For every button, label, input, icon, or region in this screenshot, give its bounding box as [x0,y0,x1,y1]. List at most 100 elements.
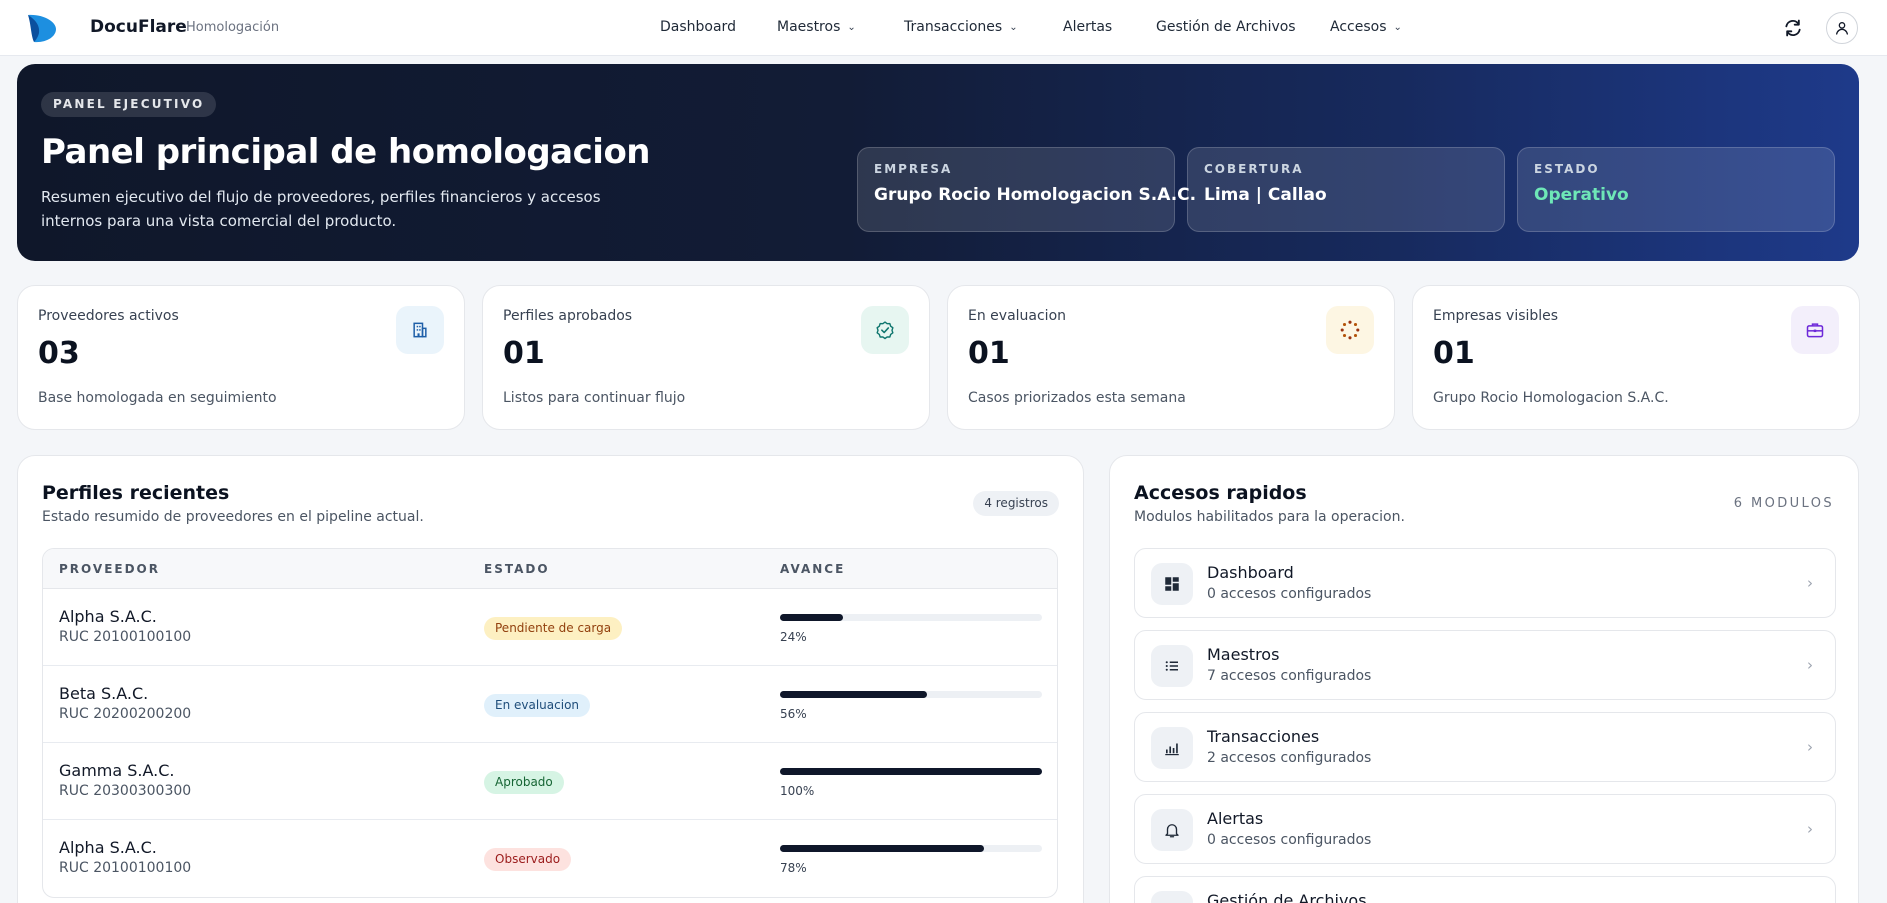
provider-name: Beta S.A.C. [59,684,149,703]
loading-icon [1326,306,1374,354]
nav-item-gestion-archivos[interactable]: Gestión de Archivos [1156,19,1296,35]
progress-label: 24% [780,630,807,644]
stat-card-perfiles-aprobados: Perfiles aprobados 01 Listos para contin… [482,285,930,430]
nav-item-maestros[interactable]: Maestros ⌄ [777,19,856,35]
progress-bar [780,845,1042,852]
hero-description: Resumen ejecutivo del flujo de proveedor… [41,188,601,230]
info-card-label: EMPRESA [874,162,953,176]
stat-card-proveedores-activos: Proveedores activos 03 Base homologada e… [17,285,465,430]
stat-value: 03 [38,336,80,371]
table-header: PROVEEDOR ESTADO AVANCE [43,549,1057,589]
stat-label: Empresas visibles [1433,308,1559,324]
provider-name: Alpha S.A.C. [59,607,157,626]
status-badge: En evaluacion [484,694,591,717]
stat-note: Base homologada en seguimiento [38,390,277,406]
stat-note: Casos priorizados esta semana [968,390,1186,406]
panel-subtitle: Estado resumido de proveedores en el pip… [42,509,424,525]
quick-access-title: Dashboard [1207,563,1294,582]
column-header-proveedor[interactable]: PROVEEDOR [59,562,160,576]
progress-bar [780,691,1042,698]
profiles-table: PROVEEDOR ESTADO AVANCE Alpha S.A.C. RUC… [42,548,1058,898]
progress-label: 100% [780,784,815,798]
status-badge: Aprobado [484,771,564,794]
user-menu-button[interactable] [1826,12,1858,44]
nav-item-alertas[interactable]: Alertas [1063,19,1112,35]
stat-value: 01 [1433,336,1475,371]
quick-access-dashboard[interactable]: Dashboard 0 accesos configurados › [1134,548,1836,618]
recent-profiles-panel: Perfiles recientes Estado resumido de pr… [17,455,1084,903]
quick-access-maestros[interactable]: Maestros 7 accesos configurados › [1134,630,1836,700]
progress-label: 56% [780,707,807,721]
table-row[interactable]: Gamma S.A.C. RUC 20300300300 Aprobado 10… [43,743,1057,820]
folder-icon [1151,891,1193,903]
stat-label: Proveedores activos [38,308,179,324]
chevron-right-icon: › [1807,656,1813,674]
info-card-label: ESTADO [1534,162,1600,176]
quick-access-subtitle: 0 accesos configurados [1207,586,1372,602]
sync-icon [1785,19,1801,37]
user-icon [1836,22,1848,35]
stat-card-en-evaluacion: En evaluacion 01 Casos priorizados esta … [947,285,1395,430]
nav-item-label: Gestión de Archivos [1156,19,1296,35]
nav-item-label: Alertas [1063,19,1113,35]
table-row[interactable]: Beta S.A.C. RUC 20200200200 En evaluacio… [43,666,1057,743]
progress-fill [780,845,985,852]
stat-label: Perfiles aprobados [503,308,633,324]
chevron-down-icon: ⌄ [847,22,856,33]
progress-fill [780,691,927,698]
stat-label: En evaluacion [968,308,1067,324]
quick-access-panel: Accesos rapidos Modulos habilitados para… [1109,455,1859,903]
quick-access-transacciones[interactable]: Transacciones 2 accesos configurados › [1134,712,1836,782]
nav-item-transacciones[interactable]: Transacciones ⌄ [904,19,1018,35]
stat-note: Grupo Rocio Homologacion S.A.C. [1433,390,1669,406]
hero-badge: PANEL EJECUTIVO [41,92,217,117]
quick-access-alertas[interactable]: Alertas 0 accesos configurados › [1134,794,1836,864]
progress-fill [780,614,843,621]
page-title: Panel principal de homologacion [41,132,651,172]
table-row[interactable]: Alpha S.A.C. RUC 20100100100 Observado 7… [43,820,1057,897]
building-icon [396,306,444,354]
nav-item-accesos[interactable]: Accesos ⌄ [1330,19,1402,35]
quick-access-subtitle: 0 accesos configurados [1207,832,1372,848]
progress-bar [780,614,1042,621]
progress-fill [780,768,1042,775]
info-card-value: Lima | Callao [1204,185,1327,205]
status-badge: Pendiente de carga [484,617,623,640]
status-value: Operativo [1534,185,1629,205]
panel-subtitle: Modulos habilitados para la operacion. [1134,509,1405,525]
provider-name: Gamma S.A.C. [59,761,175,780]
nav-item-label: Dashboard [660,19,736,35]
nav-item-dashboard[interactable]: Dashboard [660,19,736,35]
progress-bar [780,768,1042,775]
provider-ruc: RUC 20200200200 [59,706,192,722]
sync-button[interactable] [1777,12,1809,44]
quick-access-title: Maestros [1207,645,1280,664]
stat-value: 01 [968,336,1010,371]
chevron-right-icon: › [1807,820,1813,838]
provider-ruc: RUC 20100100100 [59,629,192,645]
info-card-value: Grupo Rocio Homologacion S.A.C. [874,185,1197,205]
column-header-estado[interactable]: ESTADO [484,562,550,576]
table-row[interactable]: Alpha S.A.C. RUC 20100100100 Pendiente d… [43,589,1057,666]
nav-item-label: Accesos [1330,19,1387,35]
quick-access-title: Transacciones [1207,727,1320,746]
stat-value: 01 [503,336,545,371]
panel-title: Accesos rapidos [1134,482,1307,504]
main-nav: Dashboard Maestros ⌄ Transacciones ⌄ Alert… [0,0,1887,56]
nav-item-label: Transacciones [904,19,1003,35]
top-navbar: DocuFlare Homologación Dashboard Maestro… [0,0,1887,56]
quick-access-gestion-archivos[interactable]: Gestión de Archivos › [1134,876,1836,903]
column-header-avance[interactable]: AVANCE [780,562,845,576]
quick-access-title: Alertas [1207,809,1264,828]
provider-ruc: RUC 20100100100 [59,860,192,876]
nav-item-label: Maestros [777,19,841,35]
chevron-right-icon: › [1807,738,1813,756]
panel-title: Perfiles recientes [42,482,230,504]
quick-access-subtitle: 2 accesos configurados [1207,750,1372,766]
list-icon [1151,645,1193,687]
briefcase-icon [1791,306,1839,354]
info-card-cobertura: COBERTURA Lima | Callao [1187,147,1505,232]
provider-ruc: RUC 20300300300 [59,783,192,799]
chevron-down-icon: ⌄ [1009,22,1018,33]
stat-card-empresas-visibles: Empresas visibles 01 Grupo Rocio Homolog… [1412,285,1860,430]
